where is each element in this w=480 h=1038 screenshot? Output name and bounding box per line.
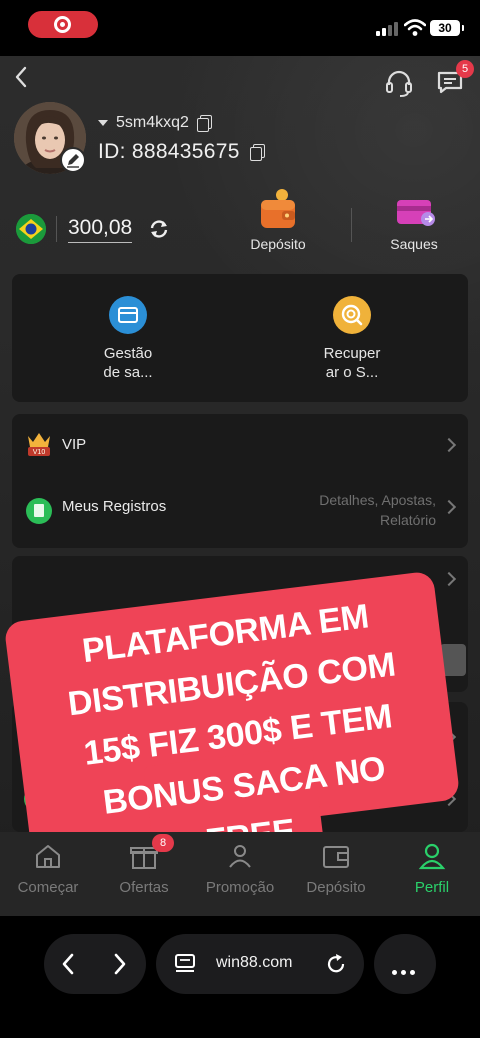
offers-badge: 8 — [152, 834, 174, 852]
document-icon — [26, 498, 52, 524]
screen-record-indicator[interactable] — [28, 11, 98, 38]
divider — [351, 208, 352, 242]
copy-icon[interactable] — [249, 144, 265, 161]
forward-icon[interactable] — [108, 952, 130, 976]
recover-balance-button[interactable]: Recuper ar o S... — [292, 296, 412, 382]
chevron-right-icon — [441, 437, 457, 453]
bottom-tab-bar: Começar Ofertas 8 Promoção Depósito Perf… — [0, 832, 480, 916]
people-icon — [229, 845, 251, 868]
tab-label: Ofertas — [119, 879, 169, 896]
card-icon — [397, 200, 435, 226]
search-coin-icon — [333, 296, 371, 334]
status-bar: 30 — [0, 0, 480, 56]
caret-down-icon — [98, 120, 108, 126]
back-icon[interactable] — [58, 952, 80, 976]
wallet-card-icon — [109, 296, 147, 334]
deposit-button[interactable]: Depósito — [240, 186, 316, 256]
url-text: win88.com — [216, 954, 293, 971]
browser-nav — [44, 934, 146, 994]
pencil-icon — [67, 154, 79, 168]
edit-avatar-button[interactable] — [60, 147, 86, 173]
username-row[interactable]: 5sm4kxq2 — [98, 112, 212, 134]
wifi-icon — [404, 19, 426, 36]
reload-icon[interactable] — [324, 952, 348, 976]
headset-icon[interactable] — [384, 68, 414, 98]
records-label: Meus Registros — [62, 498, 167, 515]
chevron-right-icon — [441, 499, 457, 515]
more-icon — [392, 962, 419, 980]
tools-card: Gestão de sa... Recuper ar o S... — [12, 274, 468, 402]
more-menu-button[interactable] — [374, 934, 436, 994]
divider — [56, 216, 57, 242]
crown-icon: V10 — [28, 433, 50, 456]
copy-icon[interactable] — [196, 115, 212, 132]
user-icon — [418, 843, 446, 870]
back-arrow-icon[interactable] — [10, 64, 34, 90]
tab-label: Começar — [17, 879, 79, 896]
tab-ofertas[interactable]: Ofertas — [104, 842, 184, 896]
brazil-flag-icon[interactable] — [16, 214, 46, 244]
tabs-icon[interactable] — [174, 952, 196, 976]
menu-item-vip[interactable]: V10 VIP — [12, 416, 468, 476]
recover-balance-label: Recuper ar o S... — [323, 345, 381, 381]
tab-label: Depósito — [306, 879, 366, 896]
refresh-icon[interactable] — [148, 218, 170, 240]
balance: 300,08 — [68, 216, 133, 243]
tab-label: Perfil — [414, 879, 450, 896]
profile-page: 5 5sm4kxq2 ID: 888435675 300,08 Depósito… — [0, 56, 480, 916]
tab-promocao[interactable]: Promoção — [200, 842, 280, 896]
tab-comecar[interactable]: Começar — [8, 842, 88, 896]
home-icon — [36, 845, 60, 868]
wallet-icon — [261, 189, 295, 228]
battery-icon: 30 — [430, 20, 464, 36]
screen-record-icon — [54, 16, 71, 33]
deposit-label: Depósito — [250, 236, 306, 252]
withdraw-label: Saques — [390, 236, 438, 252]
signal-icon — [376, 22, 398, 36]
svg-text:V10: V10 — [33, 449, 46, 456]
vip-label: VIP — [62, 436, 87, 453]
menu-item-records[interactable]: Meus Registros Detalhes, Apostas, Relató… — [12, 478, 468, 538]
withdraw-button[interactable]: Saques — [376, 186, 452, 256]
wallet-icon — [323, 846, 349, 868]
account-management-button[interactable]: Gestão de sa... — [68, 296, 188, 382]
tab-perfil[interactable]: Perfil — [392, 842, 472, 896]
records-sublabel: Detalhes, Apostas, Relatório — [319, 492, 436, 528]
browser-toolbar: win88.com — [0, 916, 480, 1038]
account-management-label: Gestão de sa... — [103, 345, 153, 381]
message-badge: 5 — [456, 60, 474, 78]
menu-card: V10 VIP Meus Registros Detalhes, Apostas… — [12, 414, 468, 548]
username: 5sm4kxq2 — [116, 114, 189, 131]
user-id: ID: 888435675 — [98, 140, 240, 163]
tab-label: Promoção — [205, 879, 275, 896]
user-id-row: ID: 888435675 — [98, 140, 265, 164]
tab-deposito[interactable]: Depósito — [296, 842, 376, 896]
address-bar[interactable]: win88.com — [156, 934, 364, 994]
